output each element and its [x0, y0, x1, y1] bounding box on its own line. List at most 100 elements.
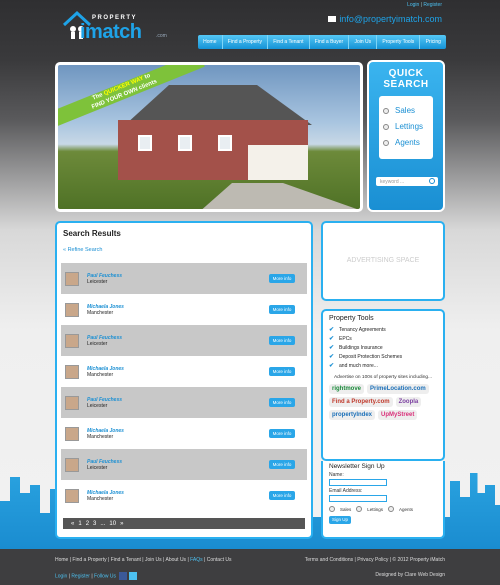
nav-pricing[interactable]: Pricing — [420, 35, 446, 49]
radio-icon[interactable] — [383, 139, 389, 146]
quick-search-panel: QUICK SEARCH Sales Lettings Agents keywo… — [367, 60, 445, 212]
footer-link[interactable]: About Us — [165, 557, 186, 563]
top-links: Login | Register — [407, 2, 442, 8]
propertyindex-logo[interactable]: propertyIndex — [329, 410, 376, 420]
findaproperty-logo[interactable]: Find a Property.com — [329, 397, 393, 407]
designer-credit: Designed by Clare Web Design — [375, 572, 445, 578]
footer-link[interactable]: FAQs — [190, 557, 203, 563]
rightmove-logo[interactable]: rightmove — [329, 384, 365, 394]
result-name[interactable]: Michaela Jones — [87, 366, 124, 372]
result-name[interactable]: Michaela Jones — [87, 428, 124, 434]
radio-icon[interactable] — [329, 506, 335, 512]
pager-page[interactable]: 2 — [86, 521, 89, 527]
twitter-icon[interactable] — [129, 572, 138, 580]
name-label: Name: — [329, 472, 344, 478]
result-location: Leicester — [87, 402, 108, 409]
house-window — [138, 135, 152, 151]
option-sales[interactable]: Sales — [383, 106, 429, 115]
tools-item: ✔ Deposit Protection Schemes — [329, 353, 437, 361]
more-info-button[interactable]: More info — [269, 460, 295, 469]
tools-item-label: Tenancy Agreements — [339, 326, 386, 333]
result-name[interactable]: Michaela Jones — [87, 304, 124, 310]
footer-link[interactable]: Join Us — [145, 557, 162, 563]
name-field[interactable] — [329, 479, 387, 486]
pager-page[interactable]: 3 — [93, 521, 96, 527]
follow-label: Follow Us — [94, 573, 116, 580]
footer-link[interactable]: Find a Tenant — [111, 557, 141, 563]
logo-brand-text: imatch — [80, 21, 142, 43]
tools-title: Property Tools — [329, 315, 374, 322]
pagination: « 1 2 3 ... 10 » — [63, 518, 305, 529]
nav-find-buyer[interactable]: Find a Buyer — [310, 35, 350, 49]
pager-page[interactable]: 1 — [78, 521, 81, 527]
advertising-space: ADVERTISING SPACE — [321, 221, 445, 301]
result-name[interactable]: Paul Feuchess — [87, 273, 122, 279]
result-row: Michaela Jones Manchester More info — [61, 294, 307, 325]
radio-icon[interactable] — [356, 506, 363, 512]
radio-icon[interactable] — [388, 506, 395, 512]
footer-link[interactable]: Home — [55, 557, 68, 563]
nav-home[interactable]: Home — [198, 35, 223, 49]
more-info-button[interactable]: More info — [269, 274, 295, 283]
search-icon[interactable] — [429, 178, 435, 184]
avatar — [65, 395, 79, 410]
type-label: Lettings — [367, 506, 384, 512]
refine-search-link[interactable]: « Refine Search — [63, 247, 305, 253]
result-name[interactable]: Paul Feuchess — [87, 459, 122, 465]
footer-link[interactable]: Contact Us — [207, 557, 232, 563]
results-title: Search Results — [63, 229, 121, 238]
footer-login[interactable]: Login — [55, 573, 67, 579]
option-agents[interactable]: Agents — [383, 138, 429, 147]
footer-legal[interactable]: Terms and Conditions | Privacy Policy | … — [305, 557, 445, 563]
more-info-button[interactable]: More info — [269, 398, 295, 407]
result-location: Leicester — [87, 340, 108, 347]
register-link[interactable]: Register — [423, 2, 442, 8]
result-name[interactable]: Michaela Jones — [87, 490, 124, 496]
site-logo[interactable]: PROPERTY imatch .com — [60, 9, 180, 47]
email-field[interactable] — [329, 495, 387, 502]
option-lettings[interactable]: Lettings — [383, 122, 429, 131]
pager-next[interactable]: » — [120, 521, 123, 527]
footer-link[interactable]: Find a Property — [72, 557, 106, 563]
more-info-button[interactable]: More info — [269, 305, 295, 314]
footer-register[interactable]: Register — [71, 573, 90, 579]
advertise-text: Advertise on 100s of property sites incl… — [333, 375, 433, 380]
tools-item: ✔ Tenancy Agreements — [329, 326, 437, 334]
more-info-button[interactable]: More info — [269, 491, 295, 500]
avatar — [65, 457, 79, 472]
result-name[interactable]: Paul Feuchess — [87, 335, 122, 341]
nav-property-tools[interactable]: Property Tools — [377, 35, 421, 49]
result-location: Leicester — [87, 278, 108, 285]
avatar — [65, 271, 79, 286]
more-info-button[interactable]: More info — [269, 367, 295, 376]
nav-find-tenant[interactable]: Find a Tenant — [268, 35, 310, 49]
more-info-button[interactable]: More info — [269, 336, 295, 345]
more-info-button[interactable]: More info — [269, 429, 295, 438]
email-address[interactable]: info@propertyimatch.com — [339, 14, 442, 24]
check-icon: ✔ — [329, 336, 335, 342]
option-label: Agents — [395, 138, 420, 147]
quick-search-options: Sales Lettings Agents — [379, 96, 433, 159]
email-label: Email Address: — [329, 488, 363, 494]
primelocation-logo[interactable]: PrimeLocation.com — [367, 384, 429, 394]
result-row: Paul Feuchess Leicester More info — [61, 263, 307, 294]
pager-page[interactable]: 10 — [109, 521, 116, 527]
newsletter-types: Sales Lettings Agents — [329, 506, 437, 512]
result-name[interactable]: Paul Feuchess — [87, 397, 122, 403]
upmystreet-logo[interactable]: UpMyStreet — [378, 410, 418, 420]
login-link[interactable]: Login — [407, 2, 419, 8]
radio-icon[interactable] — [383, 107, 389, 114]
contact-email[interactable]: info@propertyimatch.com — [328, 14, 442, 24]
option-label: Sales — [395, 106, 416, 115]
nav-find-property[interactable]: Find a Property — [223, 35, 269, 49]
keyword-input[interactable]: keyword ... — [376, 177, 438, 186]
result-location: Leicester — [87, 464, 108, 471]
type-label: Sales — [340, 506, 352, 512]
result-row: Michaela Jones Manchester More info — [61, 356, 307, 387]
radio-icon[interactable] — [383, 123, 389, 130]
zoopla-logo[interactable]: Zoopla — [395, 397, 422, 407]
nav-join-us[interactable]: Join Us — [349, 35, 378, 49]
pager-prev[interactable]: « — [71, 521, 74, 527]
sign-up-button[interactable]: Sign Up — [329, 516, 351, 524]
facebook-icon[interactable] — [119, 572, 128, 580]
